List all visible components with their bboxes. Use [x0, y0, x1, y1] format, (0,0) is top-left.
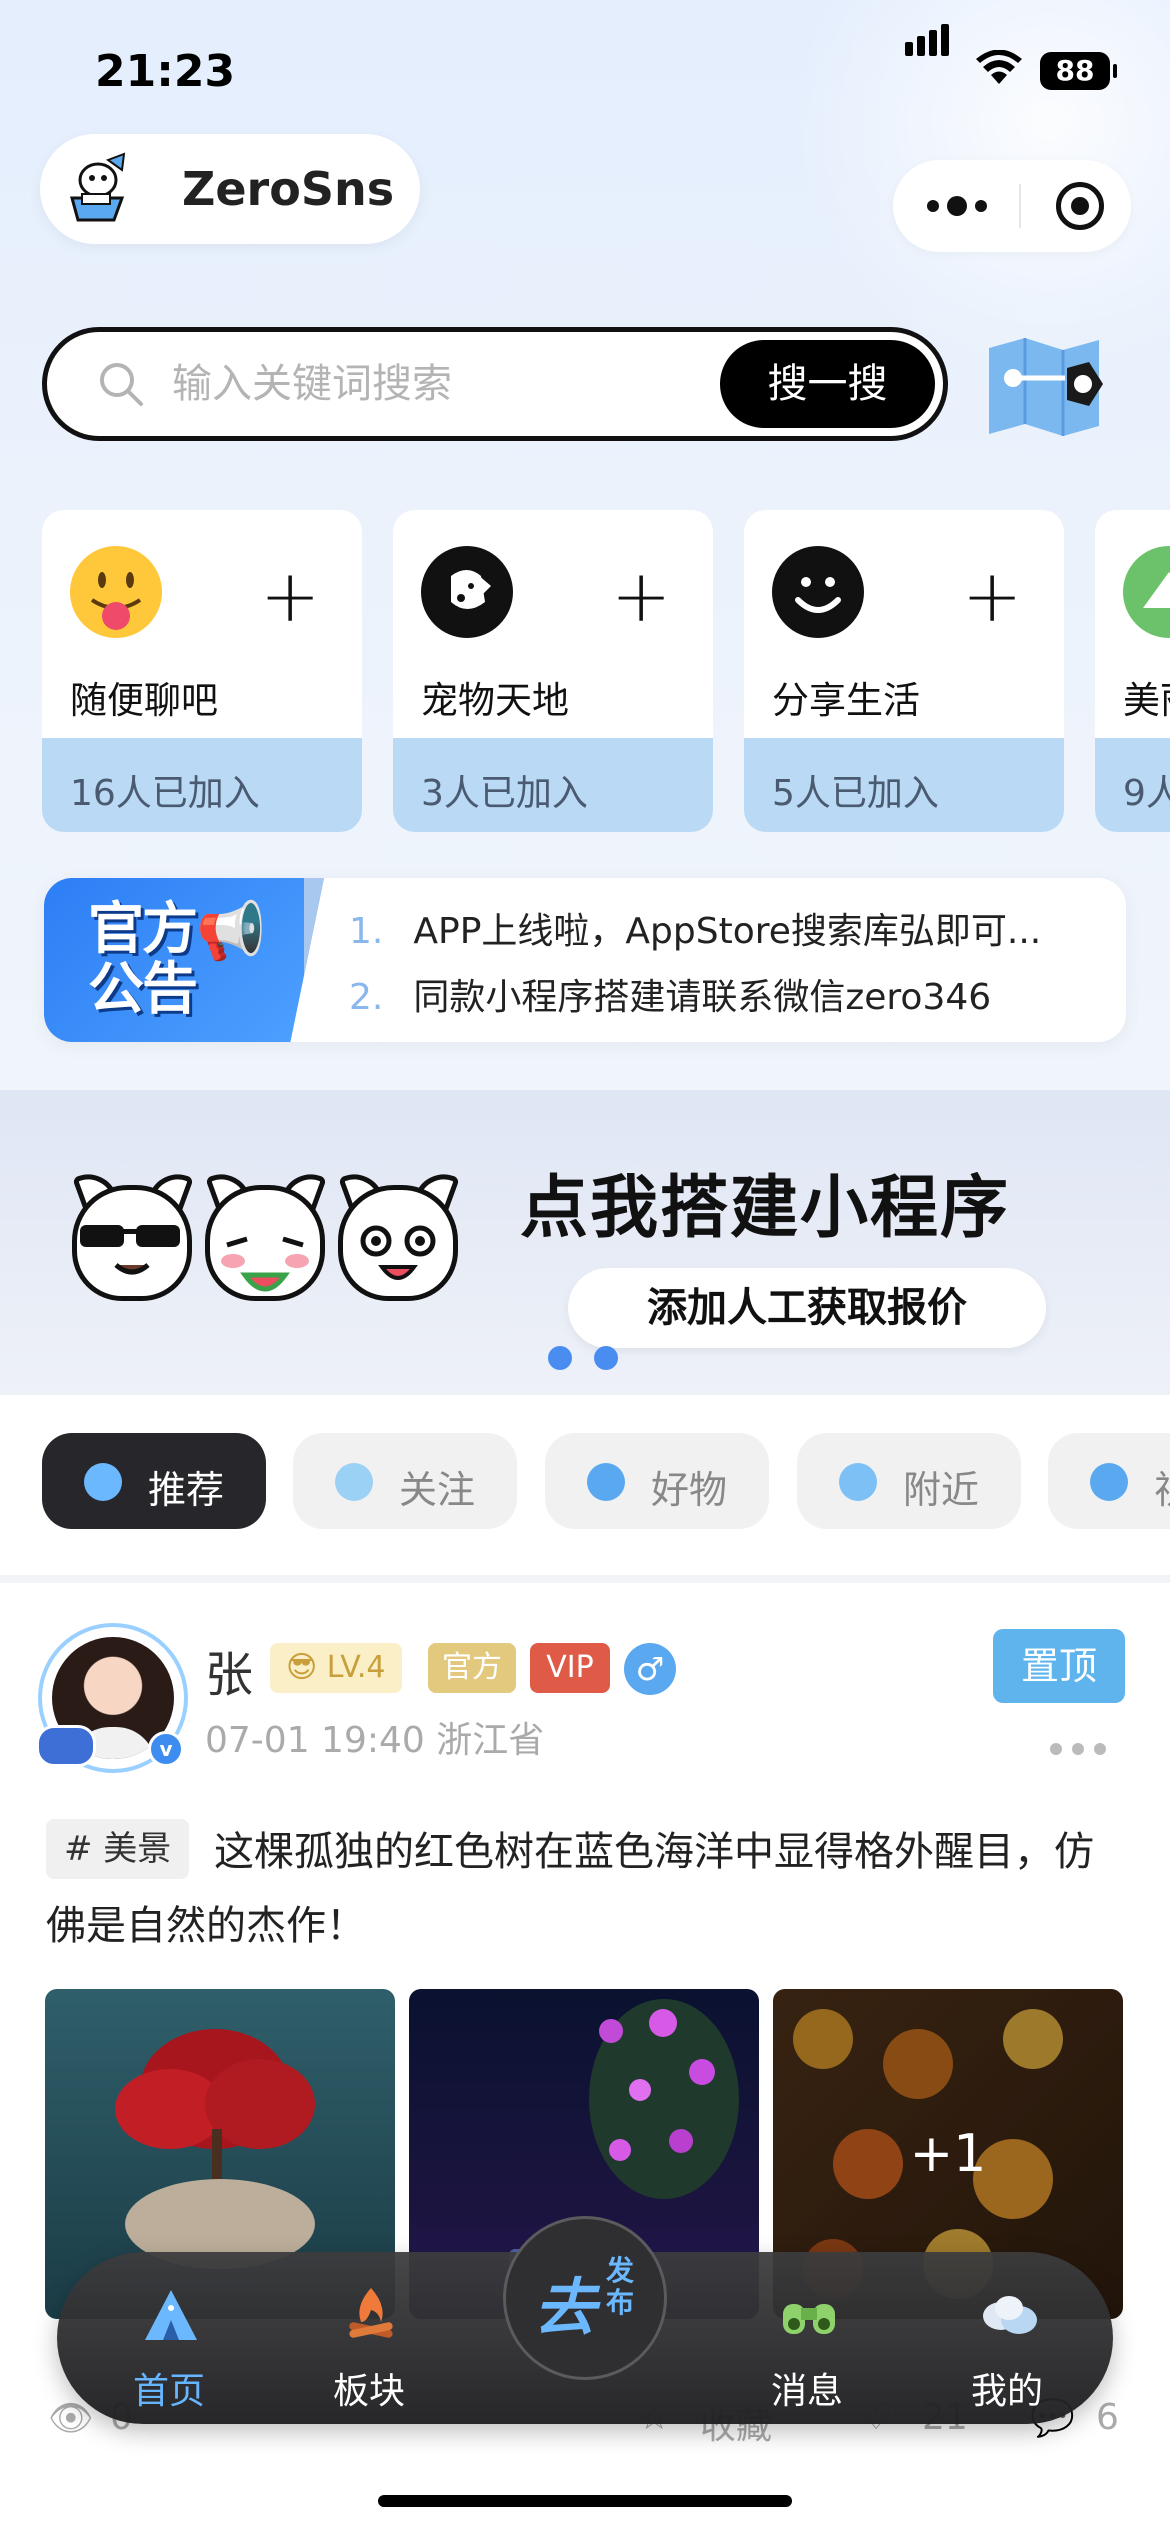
miniprogram-capsule [893, 160, 1131, 252]
app-logo-icon [52, 146, 138, 232]
announcement-badge: 官方公告 📢 [44, 878, 324, 1042]
group-card[interactable]: + 分享生活 5人已加入 [744, 510, 1064, 832]
nav-messages[interactable]: 消息 [737, 2282, 877, 2412]
face-icon [587, 1463, 625, 1501]
group-footer: 5人已加入 [744, 738, 1064, 832]
cat-watermelon-icon [205, 1166, 333, 1305]
tab-nearby[interactable]: 附近 [797, 1433, 1021, 1529]
cat-sunglasses-icon [72, 1166, 200, 1305]
comments-count: 6 [1096, 2397, 1119, 2438]
announcement-item[interactable]: 1. APP上线啦，AppStore搜索库弘即可... [349, 902, 1041, 954]
vip-badge: VIP [530, 1643, 610, 1693]
search-input[interactable] [172, 352, 732, 416]
megaphone-icon: 📢 [196, 899, 266, 964]
group-name: 宠物天地 [421, 679, 569, 722]
group-footer: 16人已加入 [42, 738, 362, 832]
join-group-icon[interactable]: + [611, 560, 671, 632]
cloud-icon [335, 1463, 373, 1501]
group-card[interactable]: 美丽 9人已加入 [1095, 510, 1170, 832]
campfire-icon [349, 2288, 393, 2338]
nav-boards[interactable]: 板块 [299, 2282, 439, 2412]
tongue-emoji-icon [70, 546, 162, 638]
dog-icon [421, 546, 513, 638]
tab-goods[interactable]: 好物 [545, 1433, 769, 1529]
hero-background: 21:23 88 ZeroSns 输入关键词搜索 搜一搜 + 随便聊吧 16人已… [0, 0, 1170, 1090]
cat-happy-icon [338, 1166, 466, 1305]
group-member-count: 16人已加入 [70, 773, 260, 814]
close-miniprogram-icon[interactable] [1056, 182, 1104, 230]
more-menu-icon[interactable] [927, 192, 997, 220]
status-bar: 21:23 88 [0, 0, 1170, 140]
search-bar: 搜一搜 [42, 327, 948, 441]
post-text: 这棵孤独的红色树在蓝色海洋中显得格外醒目，仿佛是自然的杰作！ [46, 1829, 1094, 1949]
level-badge: 😎 LV.4 [270, 1643, 402, 1693]
status-time: 21:23 [95, 46, 236, 97]
brand-pill[interactable]: ZeroSns [40, 134, 420, 244]
banner-quote-button[interactable]: 添加人工获取报价 [568, 1268, 1046, 1348]
nav-mine[interactable]: 我的 [937, 2282, 1077, 2412]
tab-video[interactable]: 视频 [1048, 1433, 1170, 1529]
group-card[interactable]: + 宠物天地 3人已加入 [393, 510, 713, 832]
group-name: 美丽 [1123, 679, 1170, 722]
group-footer: 3人已加入 [393, 738, 713, 832]
battery-indicator: 88 [1040, 52, 1117, 90]
announcement-item[interactable]: 2. 同款小程序搭建请联系微信zero346 [349, 968, 991, 1020]
compass-icon [1090, 1463, 1128, 1501]
group-name: 分享生活 [772, 679, 920, 722]
group-card[interactable]: + 随便聊吧 16人已加入 [42, 510, 362, 832]
search-icon [100, 363, 143, 406]
gamepad-icon [36, 1725, 96, 1767]
verified-icon: v [148, 1731, 184, 1767]
search-button[interactable]: 搜一搜 [720, 340, 935, 428]
banner-title: 点我搭建小程序 [520, 1169, 1011, 1248]
announcement-card[interactable]: 官方公告 📢 1. APP上线啦，AppStore搜索库弘即可... 2. 同款小程… [44, 878, 1126, 1042]
mountain-icon [1123, 546, 1170, 638]
join-group-icon[interactable]: + [962, 560, 1022, 632]
app-name: ZeroSns [182, 162, 395, 216]
feed-tabs: 推荐 关注 好物 附近 视频 [0, 1395, 1170, 1575]
avatar-frame[interactable]: v [36, 1623, 188, 1773]
group-member-count: 3人已加入 [421, 773, 588, 814]
home-tent-icon [145, 2290, 197, 2340]
person-icon [839, 1463, 877, 1501]
official-badge: 官方 [428, 1643, 516, 1693]
group-member-count: 5人已加入 [772, 773, 939, 814]
publish-small-label: 发布 [606, 2254, 635, 2319]
username[interactable]: 张 [205, 1635, 253, 1705]
publish-big-label: 去 [534, 2271, 597, 2344]
join-group-icon[interactable]: + [260, 560, 320, 632]
group-carousel: + 随便聊吧 16人已加入 + 宠物天地 3人已加入 + 分享生活 5人已加入 … [0, 510, 1170, 835]
post-topic-tag[interactable]: # 美景 [46, 1819, 190, 1879]
nav-home[interactable]: 首页 [99, 2282, 239, 2412]
smiley-icon [772, 546, 864, 638]
group-name: 随便聊吧 [70, 679, 218, 722]
pinned-badge: 置顶 [993, 1629, 1125, 1703]
binoculars-icon [783, 2304, 835, 2334]
tab-recommend[interactable]: 推荐 [42, 1433, 266, 1529]
promo-banner[interactable]: 点我搭建小程序 添加人工获取报价 [0, 1090, 1170, 1395]
publish-button[interactable]: 去 发布 [503, 2216, 667, 2380]
wifi-icon [976, 50, 1022, 84]
bottom-tab-bar: 首页 板块 去 发布 消息 我的 [57, 2216, 1113, 2424]
post-meta: 07-01 19:40 浙江省 [205, 1720, 545, 1761]
cloud-icon [983, 2296, 1037, 2334]
capsule-divider [1019, 184, 1021, 228]
male-gender-icon: ♂ [624, 1643, 676, 1695]
tab-follow[interactable]: 关注 [293, 1433, 517, 1529]
group-member-count: 9人已加入 [1123, 773, 1170, 814]
group-footer: 9人已加入 [1095, 738, 1170, 832]
map-icon[interactable] [985, 334, 1115, 444]
compass-icon [84, 1463, 122, 1501]
home-indicator [378, 2495, 792, 2507]
